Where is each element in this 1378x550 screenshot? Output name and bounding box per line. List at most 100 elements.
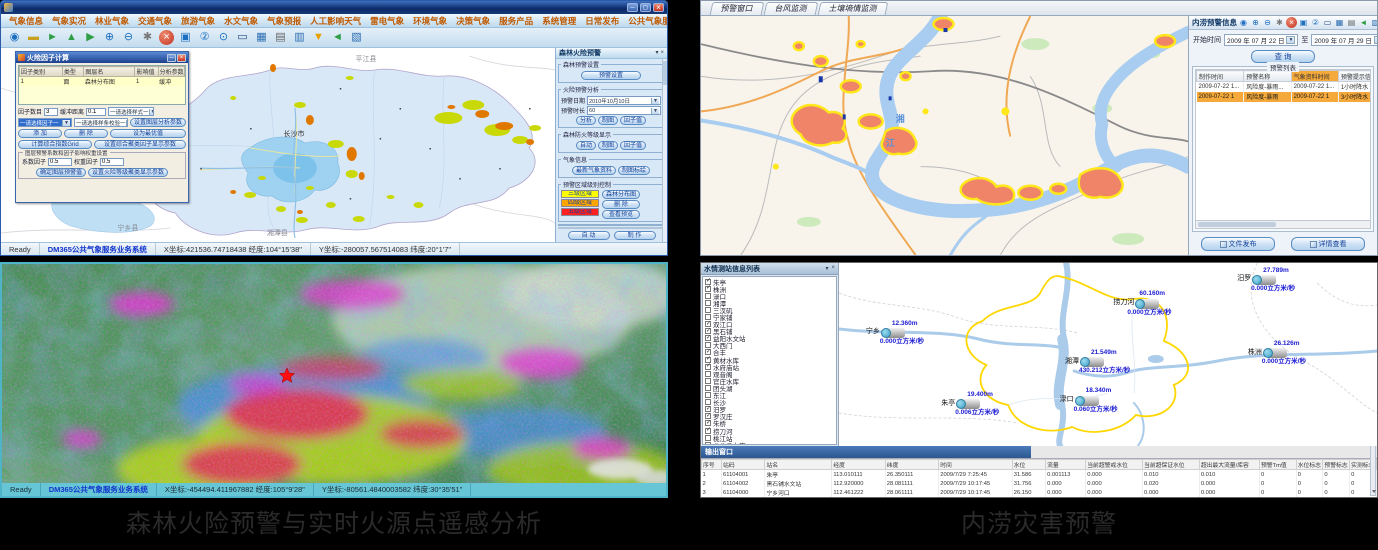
page-two-icon[interactable]: ② xyxy=(1310,17,1321,28)
column-header[interactable]: 站码 xyxy=(722,460,765,470)
pin-icon[interactable]: ▼ xyxy=(311,30,326,45)
del-button[interactable]: 删 除 xyxy=(64,129,108,138)
column-header[interactable]: 因子类别 xyxy=(20,67,63,77)
window-icon[interactable]: ▣ xyxy=(178,30,193,45)
column-header[interactable]: 制作时间 xyxy=(1197,71,1244,82)
layers-icon[interactable]: ▦ xyxy=(1334,17,1345,28)
layer-list[interactable]: 选择图层预警区域 xyxy=(558,224,664,226)
calc-grid-button[interactable]: 计算综合指数Grid xyxy=(18,140,92,149)
column-header[interactable]: 分析参数 xyxy=(158,67,184,77)
measure-icon[interactable]: ▬ xyxy=(26,30,41,45)
menu-item[interactable]: 林业气象 xyxy=(95,15,129,27)
column-header[interactable]: 超出最大流量/库容 xyxy=(1199,460,1259,470)
warn-date-select[interactable]: 2010年10月10日 xyxy=(587,96,661,105)
dialog-close-button[interactable] xyxy=(177,54,186,62)
column-header[interactable]: 预警名称 xyxy=(1244,71,1291,82)
date-from-picker[interactable]: 2009 年 07 月 22 日 xyxy=(1224,34,1298,46)
column-header[interactable]: 水位标志 xyxy=(1296,460,1323,470)
menu-item[interactable]: 决策气象 xyxy=(456,15,490,27)
menu-item[interactable]: 旅游气象 xyxy=(181,15,215,27)
table-row[interactable]: 1面森林分布图1缓冲 xyxy=(20,77,185,87)
column-header[interactable]: 时间 xyxy=(939,460,1013,470)
table-row[interactable]: 161104001朱亭113.01011126.3501112009/7/29 … xyxy=(702,470,1377,480)
捞刀河[interactable]: 60.160m 捞刀河 0.000立方米/秒 xyxy=(1113,290,1171,316)
weather-button[interactable]: 制图标绘 xyxy=(618,166,650,175)
flight-north-icon[interactable]: ▲ xyxy=(64,30,79,45)
panel-bottom-button[interactable]: 自 动 xyxy=(568,231,610,240)
satellite-image[interactable] xyxy=(2,264,666,483)
zoom-in-icon[interactable]: ⊕ xyxy=(102,30,117,45)
menu-item[interactable]: 公共气象服务网 xyxy=(628,15,667,27)
pin-icon[interactable] xyxy=(655,50,658,56)
panel-titlebar[interactable]: 水情测站信息列表 xyxy=(701,263,838,275)
panel-close-icon[interactable] xyxy=(660,50,664,56)
panel-titlebar[interactable]: 森林火险预警 xyxy=(556,48,667,59)
area-button[interactable]: 查看预览 xyxy=(602,210,640,219)
set-best-button[interactable]: 设为最优值 xyxy=(110,129,186,138)
panel-close-icon[interactable] xyxy=(831,265,835,272)
株洲[interactable]: 26.126m 株洲 0.000立方米/秒 xyxy=(1248,340,1306,366)
print-icon[interactable]: ▤ xyxy=(273,30,288,45)
column-header[interactable]: 纬度 xyxy=(885,460,938,470)
analysis-button[interactable]: 因子值 xyxy=(620,116,646,125)
coef-input[interactable] xyxy=(48,158,72,166)
output-table-wrap[interactable]: 序号站码站名经度纬度时间水位流量当前超警戒水位当前超保证水位超出最大流量/库容预… xyxy=(701,458,1377,497)
column-header[interactable]: 气象资料时间 xyxy=(1291,71,1338,82)
delete-icon[interactable]: × xyxy=(159,30,174,45)
minimize-button[interactable] xyxy=(627,3,638,12)
flight-east-icon[interactable]: ▶ xyxy=(83,30,98,45)
area-button[interactable]: 森林分布图 xyxy=(602,190,640,199)
weight-input[interactable] xyxy=(100,158,124,166)
panel-titlebar[interactable]: 内涝预警信息 ◉⊕⊖✱×▣②▭▦▤◄▧●× xyxy=(1189,16,1377,30)
table-row[interactable]: 261104002黑石铺水文站112.92000028.0811112009/7… xyxy=(702,479,1377,488)
window-titlebar[interactable] xyxy=(1,1,667,14)
column-header[interactable]: 序号 xyxy=(702,460,722,470)
column-header[interactable]: 流量 xyxy=(1046,460,1086,470)
set-cluster-button[interactable]: 设置综合聚类因子显示参数 xyxy=(94,140,186,149)
window-icon[interactable]: ▣ xyxy=(1298,17,1309,28)
column-header[interactable]: 影响值 xyxy=(135,67,158,77)
factor-select[interactable]: 一请选择因子一 xyxy=(18,118,72,127)
weather-button[interactable]: 最新气象资料 xyxy=(572,166,616,175)
analysis-button[interactable]: 分析 xyxy=(576,116,596,125)
column-header[interactable]: 预警标志 xyxy=(1323,460,1350,470)
渌口[interactable]: 18.340m 渌口 0.060立方米/秒 xyxy=(1060,387,1118,413)
column-header[interactable]: 站名 xyxy=(765,460,832,470)
panel-vertical-scrollbar[interactable] xyxy=(662,59,667,242)
menu-item[interactable]: 水文气象 xyxy=(224,15,258,27)
publish-file-button[interactable]: 文件发布 xyxy=(1201,237,1275,251)
menu-item[interactable]: 日常发布 xyxy=(585,15,619,27)
station-checkbox[interactable]: 八斗丘水库 xyxy=(705,441,828,445)
add-button[interactable]: 添 加 xyxy=(18,129,62,138)
pointer-icon[interactable]: ► xyxy=(45,30,60,45)
menu-item[interactable]: 服务产品 xyxy=(499,15,533,27)
column-header[interactable]: 预警Tm值 xyxy=(1259,460,1296,470)
confirm-layer-button[interactable]: 确定图层预警值 xyxy=(36,168,86,177)
column-header[interactable]: 预警提示信息 xyxy=(1338,71,1371,82)
screen-icon[interactable]: ▭ xyxy=(235,30,250,45)
set-layer-params-button[interactable]: 设置图层分析参数 xyxy=(130,118,186,127)
menu-item[interactable]: 交通气象 xyxy=(138,15,172,27)
maximize-button[interactable] xyxy=(640,3,651,12)
table-horizontal-scrollbar[interactable] xyxy=(1195,221,1371,229)
flood-map-canvas[interactable]: 湘江 xyxy=(701,16,1189,255)
warning-table-box[interactable]: 制作时间预警名称气象资料时间预警提示信息制作人 2009-07-22 1...风… xyxy=(1195,69,1371,221)
column-header[interactable]: 当前超保证水位 xyxy=(1143,460,1200,470)
date-to-picker[interactable]: 2009 年 07 月 29 日 xyxy=(1311,34,1377,46)
area-button[interactable]: 删 除 xyxy=(602,200,640,209)
宁乡[interactable]: 12.360m 宁乡 0.000立方米/秒 xyxy=(866,320,924,346)
panel-bottom-button[interactable]: 制 作 xyxy=(614,231,656,240)
column-header[interactable]: 经度 xyxy=(832,460,885,470)
menu-item[interactable]: 气象实况 xyxy=(52,15,86,27)
table-row[interactable]: 2009-07-22 1...风险度-暴雨...2009-07-22 1...1… xyxy=(1197,82,1372,92)
magnifier-icon[interactable]: ⊙ xyxy=(216,30,231,45)
close-button[interactable] xyxy=(653,3,664,12)
globe-icon[interactable]: ◉ xyxy=(1238,17,1249,28)
factor-count-input[interactable] xyxy=(44,108,58,116)
back-icon[interactable]: ◄ xyxy=(330,30,345,45)
delete-icon[interactable]: × xyxy=(1286,17,1297,28)
menu-item[interactable]: 人工影响天气 xyxy=(310,15,361,27)
panel-horizontal-scrollbar[interactable] xyxy=(558,227,664,229)
output-window-tab[interactable]: 输出窗口 xyxy=(701,446,1031,458)
buffer-input[interactable] xyxy=(86,108,106,116)
